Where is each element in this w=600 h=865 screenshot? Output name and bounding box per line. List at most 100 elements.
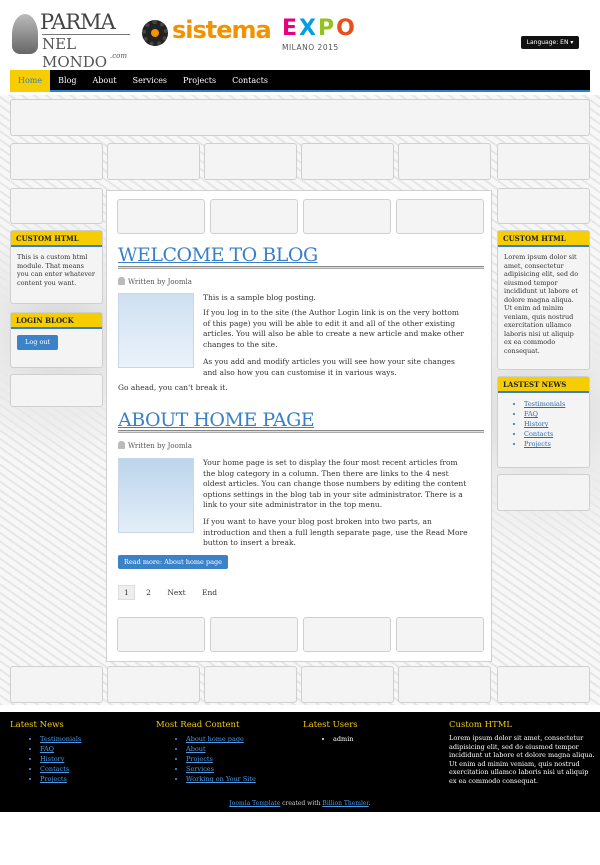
nav-item-home[interactable]: Home	[10, 70, 51, 92]
logo-text-parma: PARMA	[40, 10, 116, 34]
placeholder-block	[107, 666, 200, 703]
article-paragraph: As you add and modify articles you will …	[203, 357, 455, 377]
main-nav: Home Blog About Services Projects Contac…	[10, 70, 590, 92]
article-paragraph: If you want to have your blog post broke…	[203, 517, 468, 547]
footer-link[interactable]: Services	[186, 764, 256, 774]
footer-link[interactable]: About	[186, 744, 256, 754]
article-paragraph: Your home page is set to display the fou…	[203, 458, 467, 509]
page-next[interactable]: Next	[162, 586, 190, 599]
news-link[interactable]: Contacts	[524, 429, 589, 439]
news-link[interactable]: FAQ	[524, 409, 589, 419]
placeholder-block	[117, 199, 205, 234]
placeholder-block	[10, 666, 103, 703]
footer-title: Latest News	[10, 720, 64, 730]
footer-link[interactable]: Working on Your Site	[186, 774, 256, 784]
read-more-button[interactable]: Read more: About home page	[118, 555, 228, 569]
article-image	[118, 293, 194, 368]
author-text: Written by Joomla	[128, 278, 192, 286]
placeholder-block	[398, 666, 491, 703]
module-text: Lorem ipsum dolor sit amet, consectetur …	[504, 253, 579, 355]
placeholder-block	[10, 143, 103, 180]
user-icon	[118, 277, 125, 285]
news-link[interactable]: Testimonials	[524, 399, 589, 409]
news-link[interactable]: Projects	[524, 439, 589, 449]
language-selector[interactable]: Language: EN ▾	[521, 36, 579, 49]
footer-title: Latest Users	[303, 720, 358, 730]
placeholder-block	[204, 143, 297, 180]
user-icon	[118, 441, 125, 449]
article-image	[118, 458, 194, 533]
gear-icon	[142, 20, 168, 46]
article-paragraph: Go ahead, you can't break it.	[118, 383, 228, 392]
footer-latest-users: Latest Users admin	[303, 720, 358, 744]
module-text: This is a custom html module. That means…	[17, 253, 95, 287]
placeholder-block	[10, 374, 103, 407]
expo-letter: O	[336, 16, 355, 41]
placeholder-block	[497, 666, 590, 703]
footer-link[interactable]: Projects	[186, 754, 256, 764]
credit-text: created with	[280, 800, 323, 807]
nav-item-services[interactable]: Services	[125, 70, 175, 92]
footer-link[interactable]: Testimonials	[40, 734, 81, 744]
header: PARMA NEL MONDO .com sistema E X P O MIL…	[0, 0, 600, 71]
placeholder-block	[497, 143, 590, 180]
expo-letter: E	[282, 16, 298, 41]
pagination: 1 2 Next End	[118, 585, 226, 600]
footer-link[interactable]: History	[40, 754, 81, 764]
footer-link[interactable]: Projects	[40, 774, 81, 784]
title-divider	[118, 266, 484, 269]
right-custom-html-module: CUSTOM HTML Lorem ipsum dolor sit amet, …	[497, 230, 590, 370]
placeholder-block	[204, 666, 297, 703]
article-author: Written by Joomla	[118, 441, 192, 450]
footer-custom-html: Custom HTML Lorem ipsum dolor sit amet, …	[449, 720, 597, 785]
sistema-text: sistema	[172, 16, 272, 44]
footer-link[interactable]: Contacts	[40, 764, 81, 774]
author-text: Written by Joomla	[128, 442, 192, 450]
page-end[interactable]: End	[197, 586, 222, 599]
placeholder-block	[117, 617, 205, 652]
logout-button[interactable]: Log out	[17, 335, 59, 350]
placeholder-block	[396, 617, 484, 652]
latest-news-module: LASTEST NEWS Testimonials FAQ History Co…	[497, 376, 590, 468]
expo-subtitle: MILANO 2015	[282, 43, 339, 52]
article-author: Written by Joomla	[118, 277, 192, 286]
nav-item-about[interactable]: About	[85, 70, 125, 92]
main-content: WELCOME TO BLOG Written by Joomla This i…	[106, 190, 492, 662]
module-title: LASTEST NEWS	[498, 377, 589, 393]
nav-item-blog[interactable]: Blog	[50, 70, 84, 92]
title-divider	[118, 430, 484, 433]
placeholder-block	[10, 188, 103, 224]
parma-nel-mondo-logo[interactable]: PARMA NEL MONDO .com	[12, 6, 130, 71]
article-paragraph: This is a sample blog posting.	[203, 293, 316, 302]
expo-letter: X	[299, 16, 316, 41]
footer: Latest News Testimonials FAQ History Con…	[0, 712, 600, 812]
module-title: CUSTOM HTML	[11, 231, 102, 247]
module-title: CUSTOM HTML	[498, 231, 589, 247]
login-block-module: LOGIN BLOCK Log out	[10, 312, 103, 368]
credit-text: .	[368, 800, 371, 807]
footer-link[interactable]: About home page	[186, 734, 256, 744]
footer-latest-news: Latest News Testimonials FAQ History Con…	[10, 720, 81, 784]
footer-link[interactable]: FAQ	[40, 744, 81, 754]
placeholder-block	[497, 188, 590, 224]
footer-title: Custom HTML	[449, 720, 513, 730]
placeholder-block	[301, 666, 394, 703]
placeholder-block	[301, 143, 394, 180]
footer-credit: Joomla Template created with Billion The…	[0, 800, 600, 807]
placeholder-block	[396, 199, 484, 234]
credit-link[interactable]: Joomla Template	[229, 800, 280, 807]
left-custom-html-module: CUSTOM HTML This is a custom html module…	[10, 230, 103, 304]
expo-logo[interactable]: E X P O MILANO 2015	[282, 18, 372, 54]
nav-item-projects[interactable]: Projects	[175, 70, 224, 92]
logo-text-com: .com	[110, 52, 127, 60]
placeholder-block	[303, 199, 391, 234]
page-1[interactable]: 1	[118, 585, 135, 600]
news-link[interactable]: History	[524, 419, 589, 429]
credit-link[interactable]: Billion Themler	[322, 800, 368, 807]
article-title[interactable]: WELCOME TO BLOG	[118, 244, 318, 266]
footer-user: admin	[333, 734, 358, 744]
nav-item-contacts[interactable]: Contacts	[224, 70, 276, 92]
page-2[interactable]: 2	[141, 586, 156, 599]
placeholder-block	[210, 617, 298, 652]
article-title[interactable]: ABOUT HOME PAGE	[118, 409, 315, 431]
